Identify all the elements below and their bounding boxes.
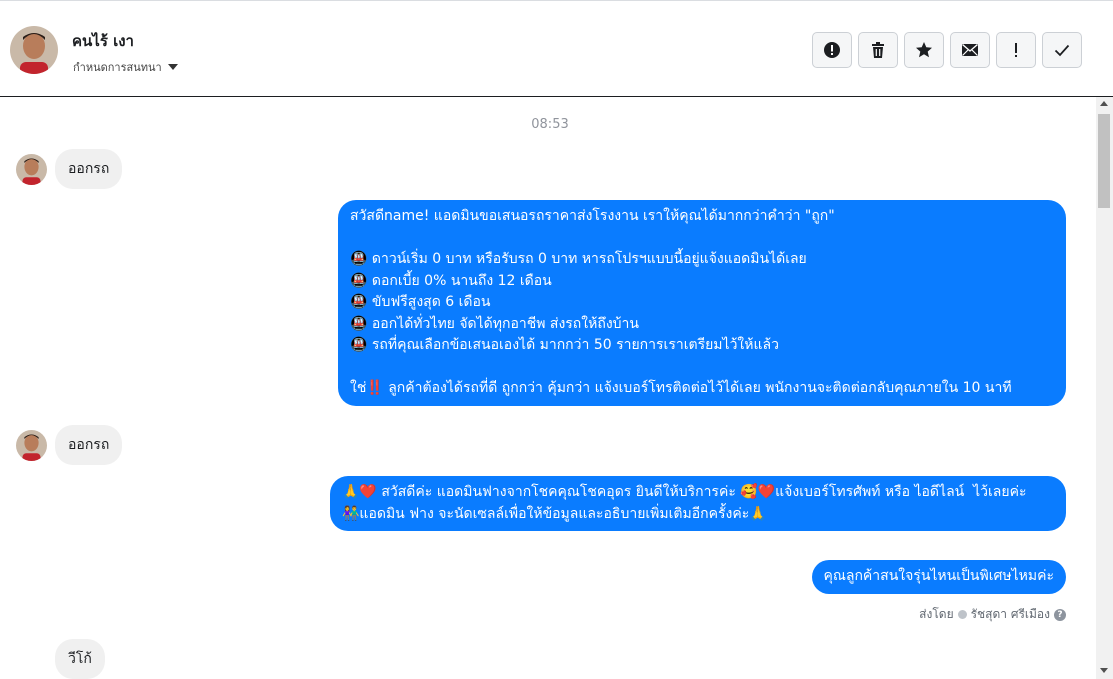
sent-by-label: ส่งโดย	[919, 607, 954, 621]
sender-avatar	[16, 153, 47, 185]
contact-avatar[interactable]	[10, 26, 58, 74]
message-timestamp: 08:53	[531, 117, 569, 132]
admin-badge-icon	[957, 610, 967, 619]
delete-button[interactable]	[858, 32, 898, 68]
sent-by-info: ส่งโดย รัชสุดา ศรีเมือง ?	[919, 605, 1066, 624]
scroll-down-arrow-icon[interactable]	[1100, 668, 1108, 673]
incoming-message-row: ออกรถ	[16, 425, 123, 465]
incoming-message-row: วีโก้	[16, 639, 105, 679]
incoming-message-row: ออกรถ	[16, 149, 123, 189]
incoming-message-bubble[interactable]: วีโก้	[55, 639, 105, 679]
help-icon[interactable]: ?	[1054, 608, 1066, 621]
alert-circle-icon	[824, 42, 840, 58]
exclamation-icon	[1015, 43, 1017, 57]
assign-label: กำหนดการสนทนา	[73, 61, 162, 74]
thread-scrollbar[interactable]	[1096, 97, 1113, 679]
assign-conversation-dropdown[interactable]: กำหนดการสนทนา	[73, 58, 178, 76]
mark-unread-button[interactable]	[950, 32, 990, 68]
report-spam-button[interactable]	[812, 32, 852, 68]
trash-icon	[872, 42, 884, 58]
outgoing-message-bubble[interactable]: คุณลูกค้าสนใจรุ่นไหนเป็นพิเศษไหมค่ะ	[811, 560, 1066, 594]
star-button[interactable]	[904, 32, 944, 68]
scroll-up-arrow-icon[interactable]	[1100, 101, 1108, 106]
sender-avatar	[16, 429, 47, 461]
star-icon	[916, 42, 932, 58]
incoming-message-bubble[interactable]: ออกรถ	[55, 149, 123, 189]
envelope-icon	[962, 43, 978, 56]
checkmark-icon	[1054, 44, 1070, 57]
sent-by-name[interactable]: รัชสุดา ศรีเมือง	[971, 605, 1050, 624]
outgoing-message-bubble[interactable]: 🙏❤️ สวัสดีค่ะ แอดมินฟางจากโชคคุณโชคอุดร …	[330, 476, 1066, 531]
outgoing-message-bubble[interactable]: สวัสดีname! แอดมินขอเสนอรถราคาส่งโรงงาน …	[338, 200, 1066, 406]
contact-name[interactable]: คนไร้ เงา	[72, 29, 134, 53]
message-thread[interactable]: 08:53 ออกรถ สวัสดีname! แอดมินขอเสนอรถรา…	[0, 97, 1095, 679]
incoming-message-bubble[interactable]: ออกรถ	[55, 425, 123, 465]
conversation-header: คนไร้ เงา กำหนดการสนทนา	[0, 0, 1113, 97]
caret-down-icon	[167, 64, 178, 70]
follow-up-button[interactable]	[996, 32, 1036, 68]
scrollbar-thumb[interactable]	[1098, 114, 1110, 208]
mark-done-button[interactable]	[1042, 32, 1082, 68]
conversation-actions	[812, 32, 1082, 68]
